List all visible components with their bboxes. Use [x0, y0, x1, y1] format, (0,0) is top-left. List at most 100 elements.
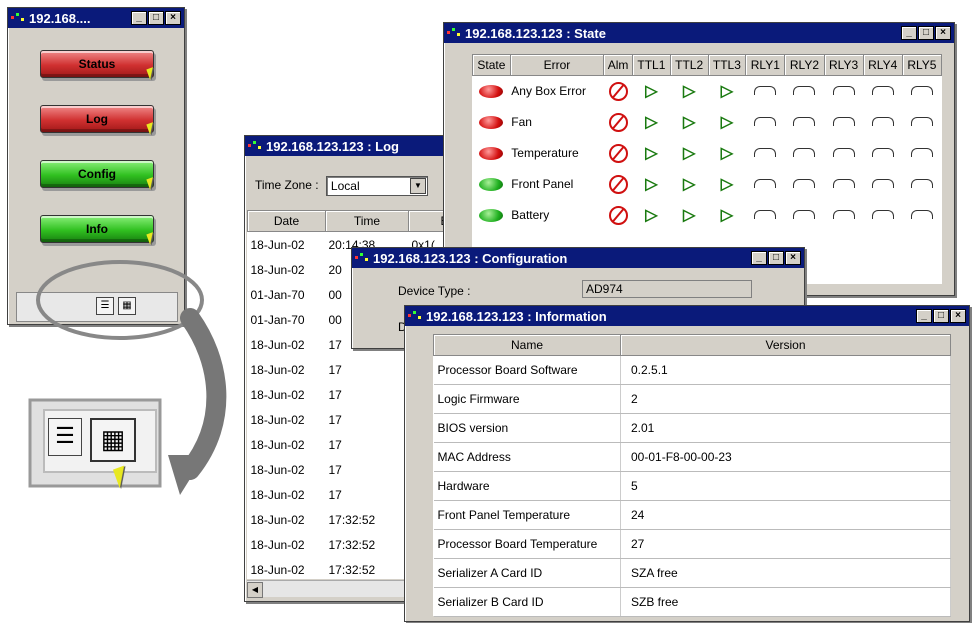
relay-icon[interactable] [871, 148, 894, 157]
maximize-icon[interactable]: □ [933, 309, 949, 323]
relay-icon[interactable] [754, 86, 777, 96]
relay-icon[interactable] [910, 210, 933, 219]
minimize-icon[interactable]: _ [131, 11, 147, 25]
relay-icon[interactable] [871, 117, 894, 126]
table-row[interactable]: Hardware 5 [433, 471, 951, 501]
green-led-icon [479, 209, 504, 223]
column-header[interactable]: TTL3 [707, 54, 747, 76]
relay-icon[interactable] [754, 179, 777, 188]
ttl-icon[interactable]: ▷ [683, 145, 695, 162]
table-row[interactable]: MAC Address 00-01-F8-00-00-23 [433, 442, 951, 472]
relay-icon[interactable] [832, 179, 855, 188]
column-header[interactable]: Error [509, 54, 605, 76]
ttl-icon[interactable]: ▷ [683, 83, 695, 100]
relay-icon[interactable] [793, 117, 816, 126]
ttl-icon[interactable]: ▷ [645, 83, 657, 100]
relay-icon[interactable] [793, 179, 816, 188]
ttl-icon[interactable]: ▷ [721, 145, 733, 162]
column-header[interactable]: Alm [603, 54, 633, 76]
alarm-icon[interactable] [608, 143, 628, 163]
table-row[interactable]: Serializer A Card ID SZA free [433, 558, 951, 588]
column-header[interactable]: State [472, 54, 511, 76]
ttl-icon[interactable]: ▷ [645, 176, 657, 193]
relay-icon[interactable] [793, 210, 816, 219]
maximize-icon[interactable]: □ [768, 251, 784, 265]
configuration-titlebar[interactable]: 192.168.123.123 : Configuration _ □ × [352, 248, 804, 268]
relay-icon[interactable] [793, 148, 816, 157]
column-header[interactable]: Version [620, 334, 951, 356]
column-header[interactable]: Time [325, 210, 409, 232]
relay-icon[interactable] [754, 210, 777, 219]
relay-icon[interactable] [832, 86, 855, 96]
ttl-icon[interactable]: ▷ [683, 176, 695, 193]
log-titlebar[interactable]: 192.168.123.123 : Log [245, 136, 450, 156]
column-header[interactable]: RLY4 [862, 54, 903, 76]
dropdown-arrow-icon[interactable]: ▼ [409, 178, 426, 194]
info-button[interactable]: Info [40, 215, 154, 243]
maximize-icon[interactable]: □ [918, 26, 934, 40]
table-row[interactable]: Logic Firmware 2 [433, 384, 951, 414]
relay-icon[interactable] [910, 117, 933, 126]
column-header[interactable]: RLY2 [784, 54, 825, 76]
alarm-icon[interactable] [608, 174, 628, 194]
relay-icon[interactable] [910, 179, 933, 188]
config-button[interactable]: Config [40, 160, 154, 188]
alarm-icon[interactable] [608, 112, 628, 132]
table-row[interactable]: Processor Board Software 0.2.5.1 [433, 355, 951, 385]
relay-icon[interactable] [910, 86, 933, 96]
ttl-icon[interactable]: ▷ [721, 83, 733, 100]
relay-icon[interactable] [832, 117, 855, 126]
column-header[interactable]: Name [433, 334, 621, 356]
table-row[interactable]: Serializer B Card ID SZB free [433, 587, 951, 617]
state-titlebar[interactable]: 192.168.123.123 : State _ □ × [444, 23, 954, 43]
close-icon[interactable]: × [935, 26, 951, 40]
information-titlebar[interactable]: 192.168.123.123 : Information _ □ × [405, 306, 969, 326]
relay-icon[interactable] [871, 86, 894, 96]
alarm-icon[interactable] [608, 81, 628, 101]
relay-icon[interactable] [832, 148, 855, 157]
ttl-icon[interactable]: ▷ [683, 114, 695, 131]
column-header[interactable]: RLY5 [901, 54, 943, 76]
table-row[interactable]: Processor Board Temperature 27 [433, 529, 951, 559]
ttl-icon[interactable]: ▷ [645, 207, 657, 224]
relay-icon[interactable] [910, 148, 933, 157]
relay-icon[interactable] [871, 210, 894, 219]
ttl-icon[interactable]: ▷ [645, 145, 657, 162]
log-button[interactable]: Log [40, 105, 154, 133]
detail-view-icon[interactable]: ▦ [90, 418, 136, 462]
ttl-icon[interactable]: ▷ [721, 114, 733, 131]
alarm-icon[interactable] [608, 205, 628, 225]
minimize-icon[interactable]: _ [916, 309, 932, 323]
minimize-icon[interactable]: _ [751, 251, 767, 265]
ttl-icon[interactable]: ▷ [683, 207, 695, 224]
column-header[interactable]: RLY1 [745, 54, 786, 76]
column-header[interactable]: Date [247, 210, 326, 232]
list-view-icon[interactable]: ☰ [96, 297, 114, 315]
table-row[interactable]: Front Panel Temperature 24 [433, 500, 951, 530]
ttl-icon[interactable]: ▷ [645, 114, 657, 131]
relay-icon[interactable] [871, 179, 894, 188]
relay-icon[interactable] [754, 117, 777, 126]
info-cell-name: MAC Address [433, 442, 621, 472]
ttl-icon[interactable]: ▷ [721, 207, 733, 224]
column-header[interactable]: RLY3 [823, 54, 864, 76]
control-panel-titlebar[interactable]: 192.168.... _ □ × [8, 8, 184, 28]
table-row[interactable]: BIOS version 2.01 [433, 413, 951, 443]
close-icon[interactable]: × [785, 251, 801, 265]
info-cell-version: 24 [620, 500, 951, 530]
column-header[interactable]: TTL1 [631, 54, 671, 76]
list-view-icon[interactable]: ☰ [48, 418, 82, 456]
status-button[interactable]: Status [40, 50, 154, 78]
maximize-icon[interactable]: □ [148, 11, 164, 25]
table-row: Front Panel ▷ ▷ ▷ [473, 169, 942, 200]
timezone-select[interactable]: Local ▼ [325, 176, 428, 196]
close-icon[interactable]: × [165, 11, 181, 25]
relay-icon[interactable] [793, 86, 816, 96]
relay-icon[interactable] [754, 148, 777, 157]
ttl-icon[interactable]: ▷ [721, 176, 733, 193]
detail-view-icon[interactable]: ▦ [118, 297, 136, 315]
minimize-icon[interactable]: _ [901, 26, 917, 40]
relay-icon[interactable] [832, 210, 855, 219]
close-icon[interactable]: × [950, 309, 966, 323]
column-header[interactable]: TTL2 [669, 54, 709, 76]
